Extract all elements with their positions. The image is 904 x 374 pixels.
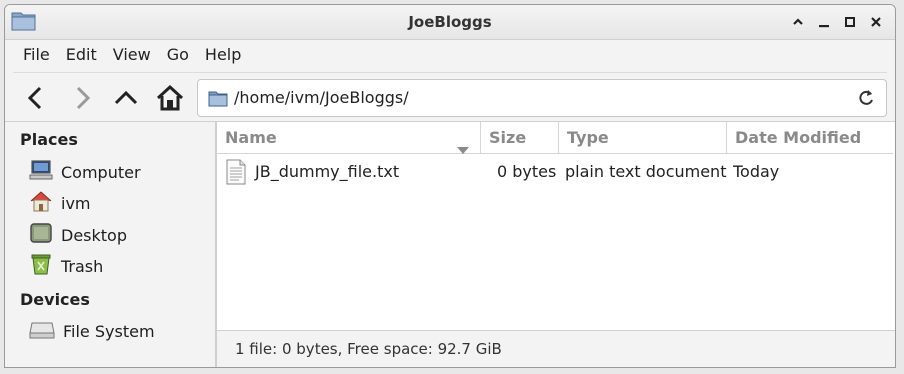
menu-help[interactable]: Help <box>197 40 249 70</box>
sidebar-item-file-system[interactable]: File System <box>29 318 155 344</box>
toolbar: /home/ivm/JoeBloggs/ <box>5 75 895 121</box>
title-bar[interactable]: JoeBloggs <box>5 5 895 40</box>
home-button[interactable] <box>155 83 185 113</box>
close-button[interactable] <box>865 11 887 33</box>
trash-icon <box>29 252 53 280</box>
table-row[interactable]: JB_dummy_file.txt 0 bytes plain text doc… <box>217 155 895 187</box>
column-header-size[interactable]: Size <box>481 122 559 154</box>
menu-file[interactable]: File <box>15 40 58 70</box>
menu-bar: File Edit View Go Help <box>5 40 895 70</box>
column-header-type[interactable]: Type <box>559 122 727 154</box>
home-icon <box>156 84 184 111</box>
menu-go[interactable]: Go <box>159 40 197 70</box>
devices-heading: Devices <box>20 290 90 309</box>
sidebar-item-ivm[interactable]: ivm <box>29 190 91 216</box>
sidebar-item-trash[interactable]: Trash <box>29 253 103 279</box>
drive-icon <box>29 319 55 343</box>
back-arrow-icon <box>27 86 42 110</box>
sidebar-item-computer[interactable]: Computer <box>29 159 141 185</box>
minimize-icon <box>819 25 829 28</box>
file-manager-window: JoeBloggs File Edit View Go Help /home/i… <box>4 4 896 368</box>
home-icon <box>29 190 53 216</box>
file-list: Name Size Type Date Modified JB_dummy_fi… <box>217 122 895 331</box>
file-date-modified: Today <box>733 162 780 181</box>
chevron-up-icon <box>793 18 803 25</box>
reload-icon[interactable] <box>856 88 876 112</box>
minimize-button[interactable] <box>813 11 835 33</box>
location-path: /home/ivm/JoeBloggs/ <box>234 88 409 107</box>
back-button[interactable] <box>21 83 51 113</box>
sidebar-item-label: ivm <box>61 193 91 213</box>
text-file-icon <box>225 159 247 189</box>
menu-edit[interactable]: Edit <box>58 40 105 70</box>
maximize-button[interactable] <box>839 11 861 33</box>
status-bar: 1 file: 0 bytes, Free space: 92.7 GiB <box>217 330 895 367</box>
column-header-date-modified[interactable]: Date Modified <box>727 122 893 154</box>
status-text: 1 file: 0 bytes, Free space: 92.7 GiB <box>235 340 502 358</box>
computer-icon <box>29 159 53 185</box>
location-bar[interactable]: /home/ivm/JoeBloggs/ <box>197 79 887 117</box>
sidebar: Places Computer ivm Desktop Trash Device… <box>5 122 215 367</box>
maximize-icon <box>845 17 855 27</box>
sidebar-item-label: File System <box>63 321 155 341</box>
up-button[interactable] <box>111 83 141 113</box>
desktop-icon <box>29 222 53 248</box>
file-name: JB_dummy_file.txt <box>255 162 400 181</box>
folder-icon <box>208 90 228 111</box>
sidebar-item-desktop[interactable]: Desktop <box>29 222 127 248</box>
main-content: Places Computer ivm Desktop Trash Device… <box>5 121 895 367</box>
window-title: JoeBloggs <box>408 13 492 31</box>
sidebar-item-label: Desktop <box>61 225 127 245</box>
file-size: 0 bytes <box>497 162 557 181</box>
close-icon <box>871 17 881 27</box>
sidebar-item-label: Computer <box>61 162 141 182</box>
forward-button[interactable] <box>67 83 97 113</box>
up-arrow-icon <box>114 90 138 105</box>
column-header-name[interactable]: Name <box>217 122 481 154</box>
shade-button[interactable] <box>787 11 809 33</box>
places-heading: Places <box>20 130 78 149</box>
file-type: plain text document <box>565 162 727 181</box>
toolbar-separator <box>13 72 887 73</box>
menu-view[interactable]: View <box>105 40 159 70</box>
forward-arrow-icon <box>76 86 91 110</box>
column-label: Name <box>225 128 277 147</box>
sidebar-item-label: Trash <box>61 256 104 276</box>
